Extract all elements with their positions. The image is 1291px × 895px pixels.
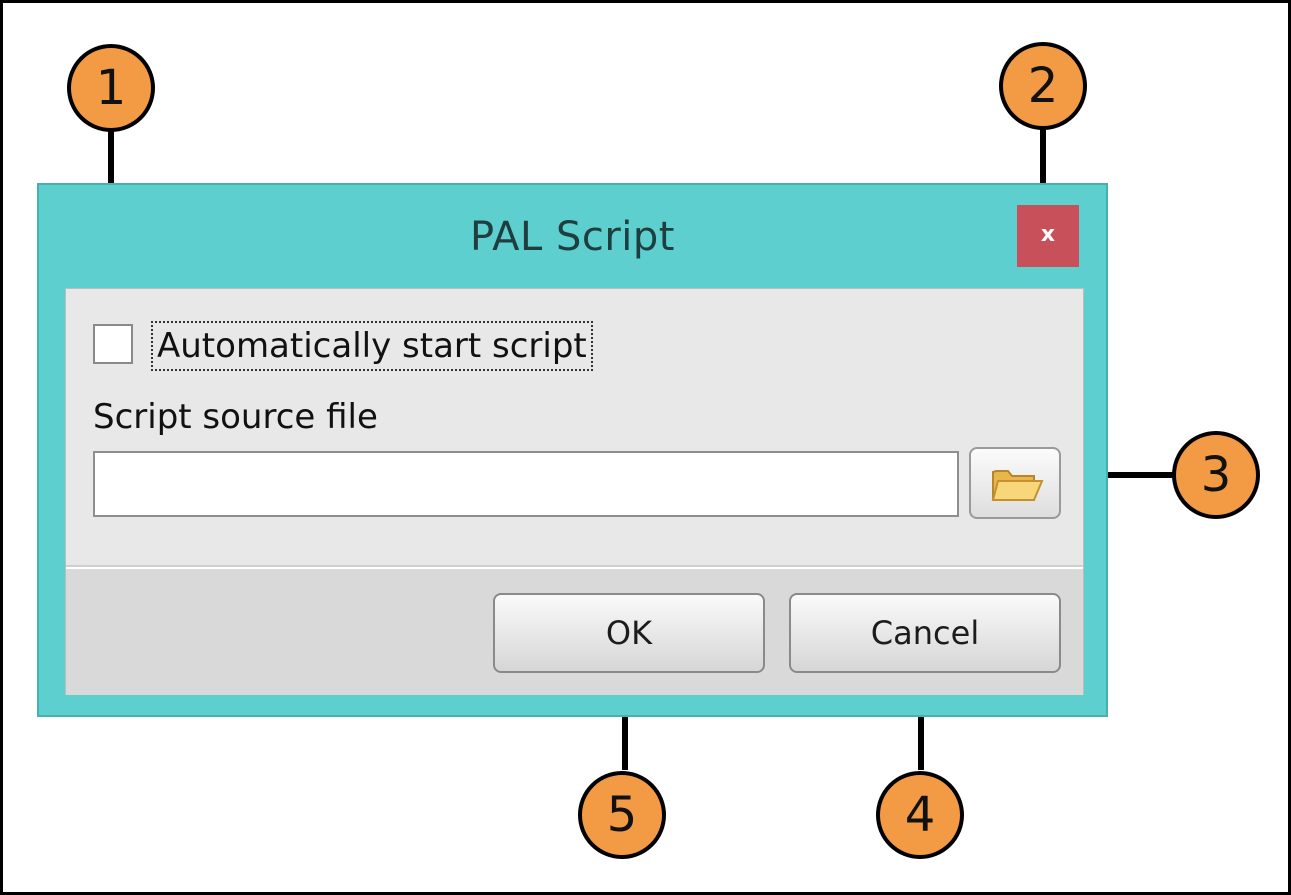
callout-2: 2	[999, 42, 1087, 130]
auto-start-checkbox[interactable]	[93, 324, 133, 364]
pal-script-dialog: PAL Script x Automatically start script …	[37, 183, 1108, 717]
script-source-label: Script source file	[93, 397, 378, 437]
close-button[interactable]: x	[1017, 205, 1079, 267]
cancel-button[interactable]: Cancel	[789, 593, 1061, 673]
callout-1: 1	[67, 44, 155, 132]
folder-open-icon	[991, 470, 1044, 501]
footer-separator	[66, 565, 1083, 569]
script-source-input[interactable]	[93, 451, 959, 517]
callout-3: 3	[1172, 431, 1260, 519]
auto-start-label[interactable]: Automatically start script	[151, 321, 593, 371]
browse-button[interactable]	[969, 447, 1061, 519]
dialog-title: PAL Script	[470, 214, 675, 260]
callout-5: 5	[578, 771, 666, 859]
ok-button[interactable]: OK	[493, 593, 765, 673]
dialog-content: Automatically start script Script source…	[65, 288, 1084, 695]
callout-4: 4	[876, 771, 964, 859]
